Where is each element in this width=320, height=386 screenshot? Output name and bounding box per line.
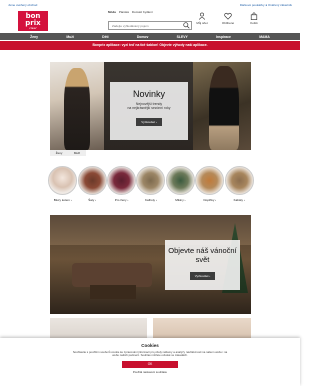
- section-tabs: Móda Pánská Domácí bydlení: [108, 10, 153, 14]
- nav-item-kids[interactable]: Děti: [102, 35, 108, 39]
- search-icon[interactable]: [183, 22, 190, 29]
- tab-men[interactable]: Pánská: [119, 10, 129, 14]
- nav-item-mama[interactable]: MAMA: [259, 35, 270, 39]
- tab-home[interactable]: Domácí bydlení: [132, 10, 153, 14]
- search-input[interactable]: [108, 21, 192, 30]
- category-label: Mikiny ›: [175, 198, 186, 202]
- wishlist-label: Oblíbené: [221, 21, 235, 25]
- category-item[interactable]: Kabáty ›: [224, 166, 254, 202]
- category-item[interactable]: Pro ženy ›: [107, 166, 137, 202]
- nav-item-home[interactable]: Domov: [137, 35, 149, 39]
- cookie-banner: Cookies Souhlasíte s použitím souborů co…: [0, 338, 300, 386]
- category-label: Pro ženy ›: [114, 198, 129, 202]
- wishlist-button[interactable]: Oblíbené: [220, 12, 236, 25]
- header-icons: Můj účet Oblíbené Košík: [194, 12, 262, 25]
- sofa-image: [72, 263, 152, 287]
- category-label: Doplňky ›: [203, 198, 217, 202]
- christmas-title: Objevte náš vánoční svět: [168, 246, 237, 264]
- christmas-banner[interactable]: Objevte náš vánoční svět Vyzkoušet ›: [50, 215, 251, 314]
- category-label: Šaty ›: [88, 198, 97, 202]
- category-image: [165, 166, 195, 195]
- category-image: [48, 166, 78, 195]
- nav-item-inspiration[interactable]: Inspirace: [216, 35, 231, 39]
- cart-icon: [250, 12, 258, 20]
- top-links[interactable]: Dárkové poukázky ● Ověřený zákazník: [240, 3, 292, 7]
- hero-card: Novinky Nejnovější trendy na nejkrásnějš…: [110, 82, 188, 140]
- category-image: [107, 166, 137, 195]
- heart-icon: [224, 12, 232, 20]
- main-nav: Ženy Muži Děti Domov SLEVY Inspirace MAM…: [0, 33, 300, 40]
- top-bar: Jsme ověřený obchod Dárkové poukázky ● O…: [0, 0, 300, 9]
- table-image: [90, 285, 136, 299]
- nav-item-women[interactable]: Ženy: [30, 35, 38, 39]
- category-label: Bluzy kolem ›: [53, 198, 72, 202]
- hero-image-right: [193, 62, 251, 150]
- category-item[interactable]: Šaty ›: [77, 166, 107, 202]
- category-image: [77, 166, 107, 195]
- category-label: Kalhoty ›: [145, 198, 157, 202]
- account-label: Můj účet: [196, 21, 208, 25]
- category-label: Kabáty ›: [233, 198, 245, 202]
- category-image: [224, 166, 254, 195]
- cookie-title: Cookies: [141, 343, 159, 348]
- account-icon: [198, 12, 206, 20]
- hero-cta-button[interactable]: Vyzkoušet ›: [136, 118, 162, 127]
- hero-subtab-men[interactable]: Muži: [74, 151, 80, 155]
- logo-word-3: clear: [29, 26, 37, 30]
- hero-image-left: [50, 62, 104, 150]
- cart-button[interactable]: Košík: [246, 12, 262, 25]
- category-item[interactable]: Doplňky ›: [195, 166, 225, 202]
- nav-item-men[interactable]: Muži: [66, 35, 74, 39]
- bonprix-logo[interactable]: bon prix clear: [18, 11, 48, 31]
- category-item[interactable]: Kalhoty ›: [136, 166, 166, 202]
- verified-shop-link[interactable]: Jsme ověřený obchod: [8, 3, 37, 7]
- header: bon prix clear Móda Pánská Domácí bydlen…: [0, 9, 300, 33]
- category-image: [195, 166, 225, 195]
- cart-label: Košík: [250, 21, 258, 25]
- cookie-settings-link[interactable]: Použitá nastavení souhlasu: [0, 370, 300, 374]
- hero-subtab-women[interactable]: Ženy: [56, 151, 63, 155]
- cookie-text: Souhlasíte s použitím souborů cookie ke …: [72, 350, 228, 358]
- category-carousel: Bluzy kolem › Šaty › Pro ženy › Kalhoty …: [48, 166, 254, 202]
- hero-text: Nejnovější trendy na nejkrásnější sezónn…: [127, 102, 171, 111]
- tab-fashion[interactable]: Móda: [108, 10, 116, 14]
- nav-item-sale[interactable]: SLEVY: [177, 35, 188, 39]
- christmas-cta-button[interactable]: Vyzkoušet ›: [189, 272, 216, 280]
- promo-banner[interactable]: Bonprix aplikace: vyzi teď na tbě šablon…: [0, 41, 300, 50]
- hero-title: Novinky: [132, 89, 165, 99]
- christmas-card: Objevte náš vánoční svět Vyzkoušet ›: [165, 240, 240, 290]
- category-image: [136, 166, 166, 195]
- category-item[interactable]: Bluzy kolem ›: [48, 166, 78, 202]
- hero-banner[interactable]: Novinky Nejnovější trendy na nejkrásnějš…: [50, 62, 251, 150]
- category-item[interactable]: Mikiny ›: [165, 166, 195, 202]
- hero-subtabs: Ženy Muži: [50, 150, 86, 156]
- cookie-accept-button[interactable]: OK: [122, 360, 178, 368]
- account-button[interactable]: Můj účet: [194, 12, 210, 25]
